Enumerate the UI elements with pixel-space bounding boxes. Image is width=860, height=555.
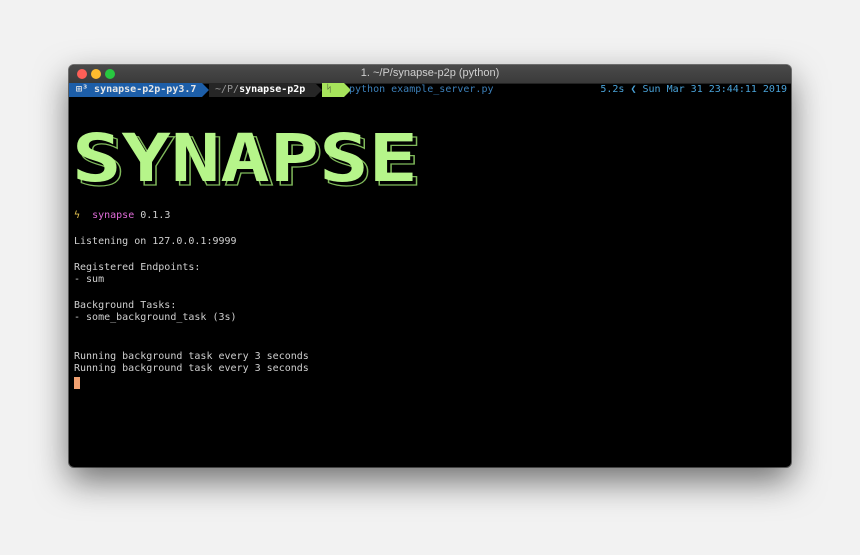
title-bar: 1. ~/P/synapse-p2p (python) [69, 65, 791, 84]
ascii-banner: SYNAPSE SYNAPSE [72, 117, 432, 197]
package-version: 0.1.3 [140, 210, 171, 221]
log-line: Running background task every 3 seconds [74, 363, 309, 374]
right-prompt: 5.2s ❮ Sun Mar 31 23:44:11 2019 [600, 84, 787, 95]
git-icon-glyph: ᛋ [326, 84, 332, 95]
shell-prompt: ⊞³ synapse-p2p-py3.7 ~/P/synapse-p2p ᛋ p… [69, 83, 791, 97]
window-title: 1. ~/P/synapse-p2p (python) [360, 67, 500, 79]
directory-name: synapse-p2p [239, 84, 306, 95]
package-name: synapse [92, 210, 135, 221]
directory-segment: ~/P/synapse-p2p [209, 83, 322, 97]
log-line: Running background task every 3 seconds [74, 351, 309, 362]
listening-line: Listening on 127.0.0.1:9999 [74, 236, 237, 247]
command-text: python example_server.py [349, 84, 494, 95]
endpoints-header: Registered Endpoints: [74, 262, 201, 273]
virtualenv-segment: ⊞³ synapse-p2p-py3.7 [69, 83, 209, 97]
banner-fill: SYNAPSE [72, 120, 418, 197]
terminal-window: 1. ~/P/synapse-p2p (python) ⊞³ synapse-p… [69, 65, 791, 467]
virtualenv-label: ⊞³ synapse-p2p-py3.7 [76, 84, 197, 95]
bolt-icon: ϟ [74, 210, 81, 221]
directory-prefix: ~/P/ [215, 84, 240, 95]
endpoint-item: - sum [74, 274, 105, 285]
banner-text-graphic: SYNAPSE SYNAPSE [72, 120, 423, 197]
tasks-header: Background Tasks: [74, 300, 177, 311]
task-item: - some_background_task (3s) [74, 312, 237, 323]
git-branch-icon: ᛋ [322, 83, 351, 97]
version-line: ϟ synapse 0.1.3 [74, 210, 170, 222]
text-cursor[interactable] [74, 377, 80, 389]
